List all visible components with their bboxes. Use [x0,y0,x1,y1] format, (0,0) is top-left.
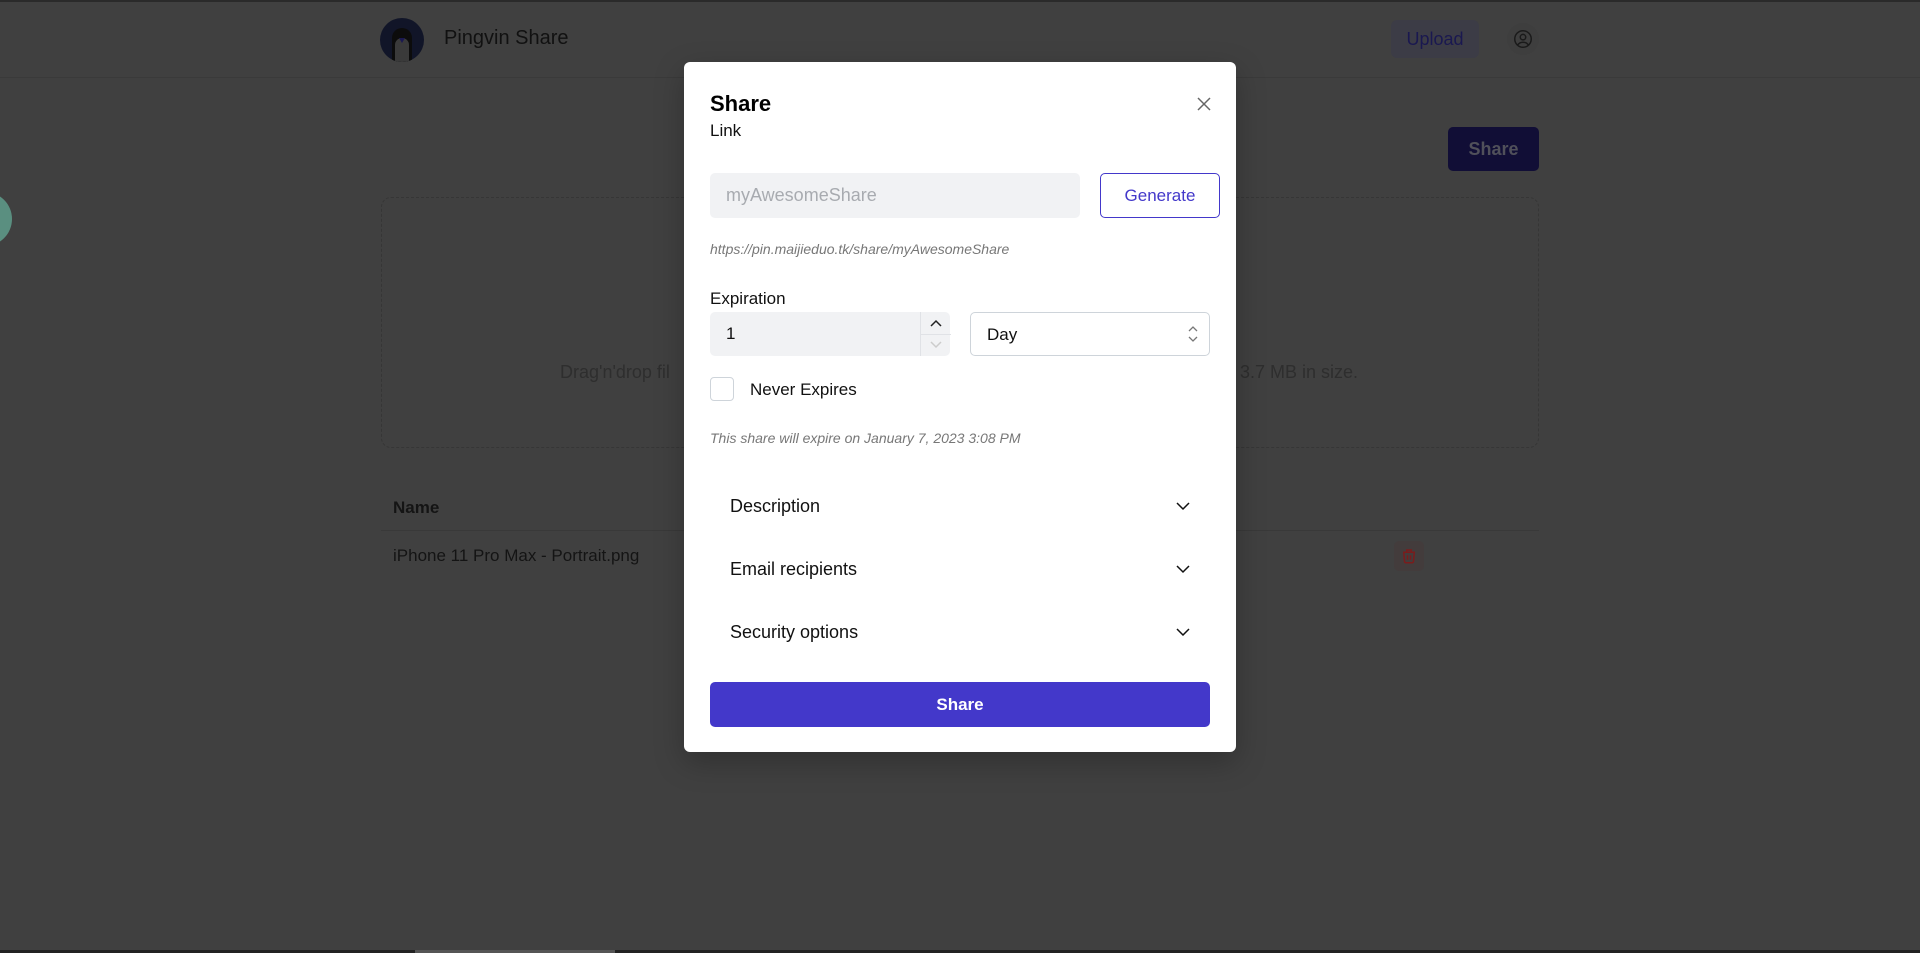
penguin-logo-icon[interactable] [380,18,424,62]
modal-title: Share [710,91,772,116]
close-icon [1197,97,1211,111]
delete-file-button[interactable] [1394,541,1424,571]
page-share-button[interactable]: Share [1448,127,1539,171]
chevron-down-icon [1176,564,1190,573]
accordion-email-recipients[interactable]: Email recipients [710,539,1210,599]
accordion-security-options[interactable]: Security options [710,602,1210,662]
expiration-unit-select[interactable]: Day [970,312,1210,356]
link-preview: https://pin.maijieduo.tk/share/myAwesome… [710,241,1010,257]
chevron-down-icon [930,341,942,349]
link-input[interactable] [710,173,1080,218]
accordion-label: Email recipients [730,558,858,579]
share-submit-button[interactable]: Share [710,682,1210,727]
chevron-up-icon [930,319,942,327]
window-top-border [0,0,1920,2]
dropzone-size-text: 3.7 MB in size. [1240,362,1359,382]
close-button[interactable] [1192,92,1216,116]
expiration-note: This share will expire on January 7, 202… [710,430,1021,446]
table-header-name: Name [393,498,440,517]
dropzone-text: Drag'n'drop fil [560,362,670,382]
selector-icon [1188,326,1198,342]
never-expires-checkbox[interactable] [710,377,734,401]
never-expires-label[interactable]: Never Expires [750,380,857,400]
app-title[interactable]: Pingvin Share [444,27,569,50]
table-row-file-name: iPhone 11 Pro Max - Portrait.png [393,546,640,565]
decrement-button[interactable] [921,334,951,356]
accordion-description[interactable]: Description [710,476,1210,536]
increment-button[interactable] [921,312,951,335]
share-modal: Share Link Generate https://pin.maijiedu… [684,62,1236,752]
user-menu-button[interactable] [1507,23,1539,55]
user-circle-icon [1514,30,1532,48]
expiration-unit-value: Day [987,325,1018,344]
accordion-label: Security options [730,621,859,642]
expiration-number-input[interactable]: 1 [710,312,951,356]
quantity-stepper [920,312,951,356]
accordion-label: Description [730,495,821,516]
trash-icon [1403,549,1415,564]
chevron-down-icon [1176,627,1190,636]
generate-button[interactable]: Generate [1100,173,1220,218]
upload-button[interactable]: Upload [1391,20,1479,58]
chevron-down-icon [1176,501,1190,510]
link-label: Link [710,121,742,140]
expiration-value: 1 [726,324,736,343]
expiration-label: Expiration [710,289,786,308]
